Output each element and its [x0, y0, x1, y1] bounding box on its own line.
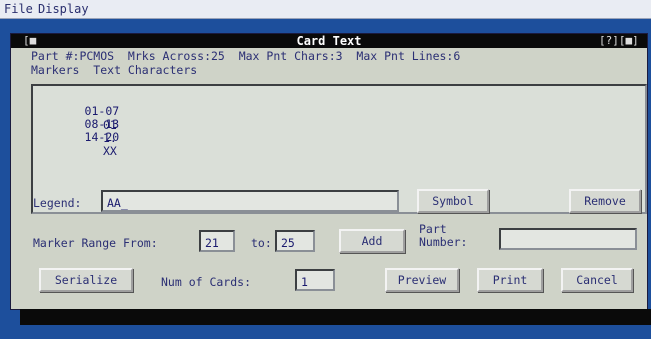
dialog-title: Card Text [296, 34, 362, 48]
marker-to-input[interactable]: 25 [275, 230, 315, 252]
part-number-label-2: Number: [419, 235, 468, 249]
preview-button[interactable]: Preview [385, 268, 459, 292]
dialog-shadow [20, 309, 651, 325]
remove-button[interactable]: Remove [569, 189, 641, 213]
cancel-button[interactable]: Cancel [561, 268, 633, 292]
menu-file[interactable]: File [4, 2, 33, 16]
menu-bar: File Display [0, 0, 651, 19]
legend-label: Legend: [33, 196, 82, 210]
marker-range: 14-20 [84, 130, 120, 144]
menu-display[interactable]: Display [38, 2, 89, 16]
serialize-button[interactable]: Serialize [39, 268, 133, 292]
part-info-line: Part #:PCMOS Mrks Across:25 Max Pnt Char… [31, 49, 461, 63]
part-number-label: Part [419, 222, 447, 236]
window-controls-icon[interactable]: [?][■] [599, 34, 639, 48]
marker-range-label: Marker Range From: [33, 236, 158, 250]
num-cards-input[interactable]: 1 [295, 269, 335, 291]
list-item[interactable]: 14-20 XX [43, 116, 120, 172]
list-header: Markers Text Characters [31, 63, 198, 77]
to-label: to: [251, 236, 272, 250]
add-button[interactable]: Add [339, 229, 405, 253]
card-text-dialog: [■ Card Text [?][■] Part #:PCMOS Mrks Ac… [10, 33, 648, 310]
part-number-input[interactable] [499, 228, 637, 250]
num-cards-label: Num of Cards: [161, 275, 252, 289]
marker-text: XX [103, 144, 117, 158]
legend-input[interactable]: AA_ [101, 190, 399, 212]
symbol-button[interactable]: Symbol [417, 189, 489, 213]
print-button[interactable]: Print [477, 268, 543, 292]
marker-from-input[interactable]: 21 [199, 230, 235, 252]
dialog-titlebar[interactable]: [■ Card Text [?][■] [11, 34, 647, 48]
